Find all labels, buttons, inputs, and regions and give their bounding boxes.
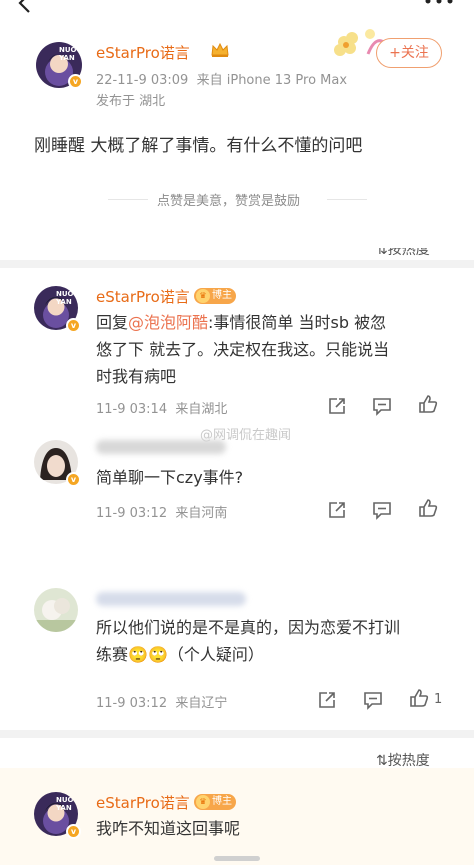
post-timestamp: 22-11-9 03:09: [96, 73, 189, 88]
thumbs-up-icon[interactable]: [417, 497, 439, 519]
blurred-username: [96, 440, 226, 454]
comment-icon[interactable]: [362, 689, 384, 711]
share-icon[interactable]: [316, 689, 338, 711]
author-badge: ♛ 博主: [194, 794, 236, 810]
comment-text: 简单聊一下czy事件?: [96, 468, 244, 487]
comment-username[interactable]: eStarPro诺言: [96, 792, 190, 813]
comment-icon[interactable]: [371, 395, 393, 417]
section-separator: [0, 730, 474, 738]
share-icon[interactable]: [326, 395, 348, 417]
share-icon[interactable]: [326, 499, 348, 521]
comment-text: 我咋不知道这回事呢: [96, 819, 241, 838]
crown-icon: ♛: [196, 795, 210, 809]
like-hint: 点赞是美意，赞赏是鼓励: [157, 194, 301, 209]
divider-right: [327, 199, 367, 200]
verified-badge-icon: v: [66, 824, 81, 839]
verified-badge-icon: v: [66, 472, 81, 487]
post-location: 发布于 湖北: [96, 94, 166, 109]
thumbs-up-icon[interactable]: [408, 687, 430, 709]
section-separator: [0, 260, 474, 268]
comment-meta: 11-9 03:14 来自湖北: [96, 402, 228, 417]
author-badge: ♛ 博主: [194, 288, 236, 304]
post-username[interactable]: eStarPro诺言: [96, 42, 190, 63]
post-content: 刚睡醒 大概了解了事情。有什么不懂的问吧: [34, 136, 363, 156]
verified-badge-icon: v: [68, 74, 83, 89]
comment-text: 回复@泡泡阿酷:事情很简单 当时sb 被忽 悠了下 就去了。决定权在我这。只能说…: [96, 313, 390, 386]
comment-text: 所以他们说的是不是真的，因为恋爱不打训 练赛🙄🙄（个人疑问）: [96, 618, 401, 664]
sort-icon: ⇅: [376, 753, 388, 769]
sort-bar-top[interactable]: ⇅按热度: [376, 248, 446, 260]
comment-avatar[interactable]: [34, 588, 78, 632]
blurred-username: [96, 592, 246, 606]
rolling-eyes-emoji: 🙄🙄: [128, 645, 168, 664]
crown-icon: ♛: [196, 289, 210, 303]
avatar-text: NUO YAN: [56, 290, 74, 306]
home-indicator[interactable]: [214, 856, 260, 861]
sort-bar[interactable]: ⇅按热度: [376, 750, 430, 770]
avatar-text: NUO YAN: [56, 796, 74, 812]
thumbs-up-icon[interactable]: [417, 393, 439, 415]
avatar-text: NUO YAN: [59, 46, 77, 62]
more-dots-icon[interactable]: [424, 0, 454, 6]
comment-icon[interactable]: [371, 499, 393, 521]
verified-badge-icon: v: [66, 318, 81, 333]
comment-meta: 11-9 03:12 来自辽宁: [96, 696, 228, 711]
back-arrow-icon[interactable]: [14, 0, 36, 14]
mention-link[interactable]: @泡泡阿酷: [128, 313, 208, 332]
like-count: 1: [434, 692, 443, 707]
sort-icon: ⇅: [376, 248, 388, 258]
crown-icon: [211, 42, 229, 57]
comment-meta: 11-9 03:12 来自河南: [96, 506, 228, 521]
follow-button[interactable]: +关注: [376, 38, 442, 68]
post-meta: 22-11-9 03:09 来自 iPhone 13 Pro Max: [96, 69, 347, 88]
post-source: 来自 iPhone 13 Pro Max: [196, 73, 348, 88]
comment-username[interactable]: eStarPro诺言: [96, 286, 190, 307]
divider-left: [108, 199, 148, 200]
